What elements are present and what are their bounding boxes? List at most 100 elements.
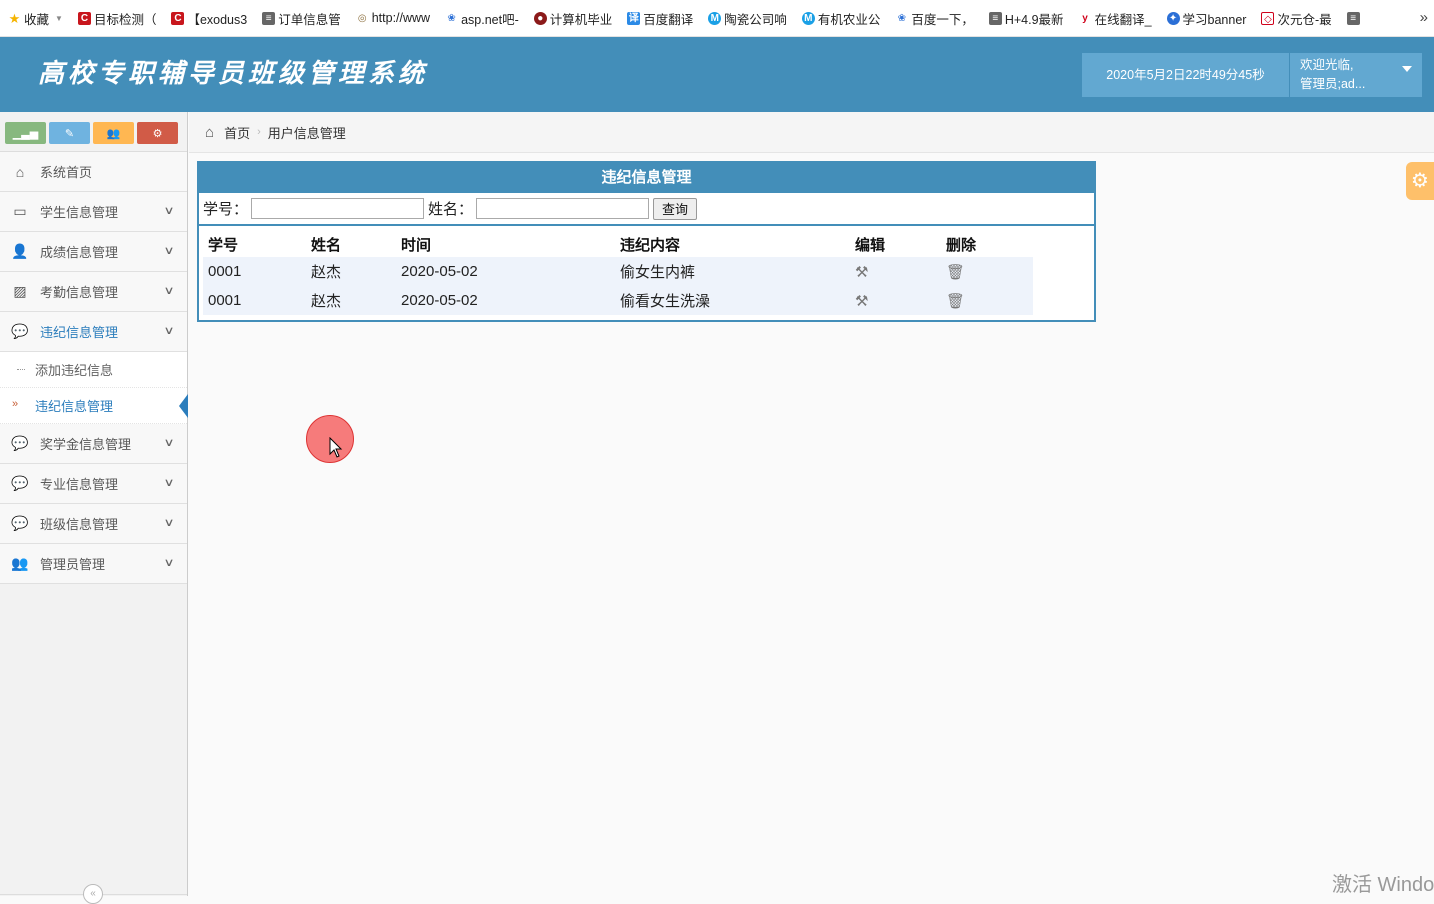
edit-icon[interactable]: ⚒	[855, 264, 868, 281]
cell-name: 赵杰	[306, 286, 396, 315]
cell-name: 赵杰	[306, 257, 396, 286]
site-icon: ●	[533, 11, 547, 25]
sidebar-item-home[interactable]: ⌂ 系统首页	[0, 152, 187, 192]
name-input[interactable]	[476, 198, 650, 219]
bookmark-item[interactable]: ❀ asp.net吧-	[445, 9, 518, 28]
stats-shortcut-button[interactable]: ▁▃▅	[5, 122, 46, 144]
settings-shortcut-button[interactable]: ⚙	[137, 122, 178, 144]
star-icon: ★	[8, 10, 21, 26]
sidebar-item-scholarship[interactable]: 💬 奖学金信息管理 ∨	[0, 424, 187, 464]
user-menu[interactable]: 欢迎光临, 管理员;ad...	[1290, 53, 1422, 97]
sidebar: ▁▃▅ ✎ 👥 ⚙ ⌂ 系统首页 ▭ 学生信息管理 ∨ 👤 成绩信息管理 ∨ ▨…	[0, 112, 188, 904]
app-title: 高校专职辅导员班级管理系统	[38, 59, 429, 89]
chevron-right-icon: ›	[257, 126, 261, 138]
page-icon: ≡	[1346, 11, 1360, 25]
signal-icon: ▁▃▅	[12, 127, 39, 140]
bookmark-item[interactable]: C 目标检测（	[77, 9, 156, 28]
trash-icon[interactable]: 🗑	[946, 293, 965, 310]
bookmark-item[interactable]: y 在线翻译_	[1079, 9, 1151, 28]
users-icon: 👥	[11, 555, 29, 571]
comments-icon: 💬	[11, 475, 29, 491]
bookmark-item[interactable]: 译百度翻译	[627, 9, 693, 28]
bookmark-item[interactable]: ≡ H+4.9最新	[988, 9, 1064, 28]
edit-shortcut-button[interactable]: ✎	[49, 122, 90, 144]
sidebar-item-grades[interactable]: 👤 成绩信息管理 ∨	[0, 232, 187, 272]
bookmark-item[interactable]: ≡	[1346, 11, 1363, 25]
double-angle-right-icon: »	[12, 398, 19, 410]
bookmark-item[interactable]: ✦ 学习banner	[1166, 9, 1246, 28]
pencil-icon: ✎	[64, 127, 75, 140]
caret-down-icon: ▼	[55, 13, 63, 23]
comments-icon: 💬	[11, 435, 29, 451]
cell-date: 2020-05-02	[396, 286, 615, 315]
bookmark-item[interactable]: M 陶瓷公司响	[708, 9, 787, 28]
breadcrumb-current: 用户信息管理	[267, 125, 346, 141]
bookmark-item[interactable]: ◇ 次元仓-最	[1261, 9, 1332, 28]
submenu-manage-discipline[interactable]: » 违纪信息管理	[0, 388, 188, 424]
picture-icon: ▨	[13, 283, 27, 299]
sidebar-item-classes[interactable]: 💬 班级信息管理 ∨	[0, 504, 187, 544]
collapse-sidebar-icon[interactable]: «	[83, 884, 103, 904]
search-form: 学号： 姓名： 查询	[199, 193, 1094, 226]
column-header: 学号	[208, 236, 239, 254]
trash-icon[interactable]: 🗑	[946, 264, 965, 281]
comments-icon: 💬	[11, 323, 29, 339]
baidu-icon: ❀	[897, 12, 907, 24]
desktop-icon: ▭	[13, 203, 27, 219]
name-label: 姓名：	[428, 201, 474, 218]
sidebar-item-students[interactable]: ▭ 学生信息管理 ∨	[0, 192, 187, 232]
chevron-down-icon: ∨	[163, 557, 175, 569]
chevron-down-icon: ∨	[163, 245, 175, 257]
bookmark-item[interactable]: ❀ 百度一下，	[895, 9, 974, 28]
cell-date: 2020-05-02	[396, 257, 615, 286]
table-header-row: 学号 姓名 时间 违纪内容 编辑 删除	[203, 231, 1033, 257]
translate-icon: 译	[627, 11, 641, 25]
bookmark-item[interactable]: ● 计算机毕业	[533, 9, 612, 28]
bookmark-item[interactable]: M 有机农业公	[801, 9, 880, 28]
bookmark-item[interactable]: C 【exodus3	[171, 9, 247, 28]
settings-gear-icon[interactable]: ⚙	[1406, 162, 1434, 200]
bookmark-item[interactable]: ◎ http://www	[356, 11, 430, 25]
chevron-down-icon: ∨	[163, 517, 175, 529]
home-icon: ⌂	[205, 123, 215, 141]
breadcrumb-home[interactable]: 首页	[224, 123, 250, 142]
edit-icon[interactable]: ⚒	[855, 293, 868, 310]
bookmarks-bar: ★ 收藏 ▼ C 目标检测（ C 【exodus3 ≡ 订单信息管 ◎ http://w…	[0, 0, 1434, 37]
youdao-icon: y	[1082, 12, 1088, 24]
sidebar-item-discipline[interactable]: 💬 违纪信息管理 ∨	[0, 312, 187, 352]
chevron-down-icon: ∨	[163, 325, 175, 337]
cell-content: 偷女生内裤	[615, 257, 850, 286]
mouse-cursor-icon	[329, 437, 343, 458]
active-indicator	[179, 394, 188, 418]
users-shortcut-button[interactable]: 👥	[93, 122, 134, 144]
sidebar-item-admins[interactable]: 👥 管理员管理 ∨	[0, 544, 187, 584]
shortcut-buttons: ▁▃▅ ✎ 👥 ⚙	[0, 112, 187, 152]
submenu-add-discipline[interactable]: 添加违纪信息	[0, 352, 187, 388]
cell-content: 偷看女生洗澡	[615, 286, 850, 315]
activation-watermark: 激活 Windo	[1332, 874, 1434, 896]
bookmark-item[interactable]: ≡ 订单信息管	[262, 9, 341, 28]
search-button[interactable]: 查询	[653, 197, 698, 220]
caret-down-icon	[1402, 66, 1412, 72]
discipline-panel: 违纪信息管理 学号： 姓名： 查询 学号 姓名 时间 违纪内容 编辑 删除 00…	[197, 161, 1096, 322]
column-header: 编辑	[855, 236, 886, 254]
chevron-down-icon: ∨	[163, 205, 175, 217]
bookmark-favorites[interactable]: ★ 收藏 ▼	[8, 9, 63, 28]
csdn-icon: C	[77, 11, 91, 25]
student-id-input[interactable]	[251, 198, 425, 219]
comments-icon: 💬	[11, 515, 29, 531]
discipline-table: 学号 姓名 时间 违纪内容 编辑 删除 0001 赵杰 2020-05-02 偷…	[203, 231, 1033, 315]
chevron-down-icon: ∨	[163, 437, 175, 449]
page-icon: ≡	[262, 11, 276, 25]
sidebar-item-attendance[interactable]: ▨ 考勤信息管理 ∨	[0, 272, 187, 312]
page-icon: ≡	[988, 11, 1002, 25]
baidu-icon: ❀	[447, 12, 456, 24]
m-icon: M	[801, 11, 815, 25]
column-header: 姓名	[311, 236, 342, 254]
sidebar-item-majors[interactable]: 💬 专业信息管理 ∨	[0, 464, 187, 504]
cell-student-id: 0001	[203, 286, 306, 315]
app-header: 高校专职辅导员班级管理系统 2020年5月2日22时49分45秒 欢迎光临, 管…	[0, 37, 1434, 112]
globe-icon: ◎	[357, 12, 367, 24]
more-bookmarks-icon[interactable]: »	[1420, 9, 1428, 26]
table-row: 0001 赵杰 2020-05-02 偷看女生洗澡 ⚒ 🗑	[203, 286, 1033, 315]
